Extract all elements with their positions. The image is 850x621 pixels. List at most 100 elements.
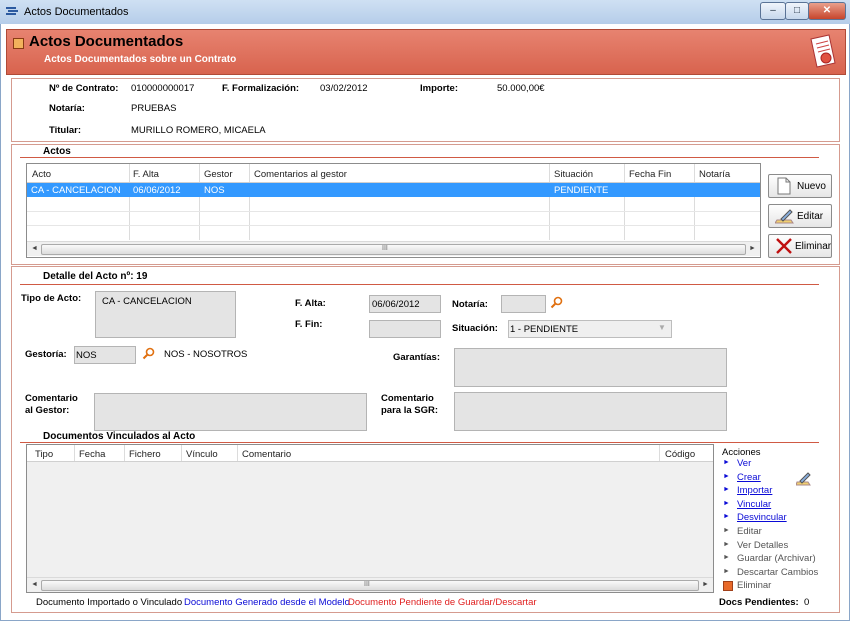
nuevo-label: Nuevo (797, 181, 826, 192)
col-header-codigo[interactable]: Código (665, 449, 695, 460)
documentos-hscrollbar[interactable]: ◄ III ► (27, 577, 713, 592)
comentario-gestor-label-2: al Gestor: (25, 405, 70, 416)
docs-pendientes-value: 0 (804, 597, 810, 608)
col-sep (694, 164, 695, 240)
col-header-f-alta[interactable]: F. Alta (133, 169, 159, 180)
col-header-fichero[interactable]: Fichero (129, 449, 161, 460)
f-fin-label: F. Fin: (295, 319, 323, 330)
col-sep (237, 445, 238, 461)
maximize-button[interactable]: □ (785, 2, 809, 20)
col-header-tipo[interactable]: Tipo (35, 449, 53, 460)
contrato-label: Nº de Contrato: (49, 83, 119, 94)
documentos-grid[interactable]: Tipo Fecha Fichero Vínculo Comentario Có… (26, 444, 714, 593)
window-titlebar: Actos Documentados – □ ✕ (0, 0, 850, 25)
action-disabled-1: Ver Detalles (737, 539, 789, 551)
col-sep (129, 164, 130, 240)
situacion-select[interactable]: 1 - PENDIENTE ▼ (508, 320, 672, 338)
scroll-right-icon[interactable]: ► (749, 245, 756, 252)
scroll-right-icon[interactable]: ► (702, 581, 709, 588)
action-enabled-4[interactable]: Desvincular (737, 512, 787, 523)
delete-x-icon (776, 238, 792, 254)
action-enabled-2[interactable]: Importar (737, 485, 772, 496)
col-sep (199, 164, 200, 240)
importe-value: 50.000,00€ (497, 83, 545, 94)
comentario-sgr-label-2: para la SGR: (381, 405, 439, 416)
chevron-down-icon[interactable]: ▼ (658, 323, 666, 332)
col-header-notaria[interactable]: Notaría (699, 169, 730, 180)
gestoria-search-icon[interactable] (142, 347, 155, 360)
garantias-label: Garantías: (393, 352, 440, 363)
col-header-fecha-fin[interactable]: Fecha Fin (629, 169, 671, 180)
col-header-acto[interactable]: Acto (32, 169, 51, 180)
action-enabled-3[interactable]: Vincular (737, 499, 771, 510)
col-sep (624, 164, 625, 240)
eliminar-label: Eliminar (795, 241, 832, 252)
action-enabled-0[interactable]: Ver (737, 458, 751, 469)
situacion-label: Situación: (452, 323, 498, 334)
detalle-notaria-field[interactable] (501, 295, 546, 313)
gestoria-label: Gestoría: (25, 349, 67, 360)
editar-button[interactable]: Editar (768, 204, 832, 228)
action-arrow-icon: ► (723, 527, 730, 534)
scroll-left-icon[interactable]: ◄ (31, 245, 38, 252)
col-sep (124, 445, 125, 461)
tipo-acto-label: Tipo de Acto: (21, 293, 82, 304)
action-enabled-1[interactable]: Crear (737, 472, 761, 483)
tipo-acto-value: CA - CANCELACION (102, 296, 192, 307)
tipo-acto-field[interactable]: CA - CANCELACION (95, 291, 236, 338)
gestoria-field[interactable]: NOS (74, 346, 136, 364)
formalizacion-value: 03/02/2012 (320, 83, 368, 94)
action-disabled-3: Descartar Cambios (737, 566, 819, 578)
comentario-gestor-label-1: Comentario (25, 393, 78, 404)
table-row[interactable]: CA - CANCELACION 06/06/2012 NOS PENDIENT… (27, 183, 760, 197)
scroll-left-icon[interactable]: ◄ (31, 581, 38, 588)
col-header-comentarios[interactable]: Comentarios al gestor (254, 169, 347, 180)
notaria-search-icon[interactable] (550, 296, 563, 309)
titular-value: MURILLO ROMERO, MICAELA (131, 125, 266, 136)
notaria-label: Notaría: (49, 103, 85, 114)
col-header-situacion[interactable]: Situación (554, 169, 593, 180)
minimize-button[interactable]: – (760, 2, 786, 20)
importe-label: Importe: (420, 83, 458, 94)
col-header-fecha[interactable]: Fecha (79, 449, 105, 460)
comentario-sgr-field[interactable] (454, 392, 727, 431)
action-arrow-icon: ► (723, 472, 730, 480)
eliminar-button[interactable]: Eliminar (768, 234, 832, 258)
garantias-field[interactable] (454, 348, 727, 387)
scroll-thumb[interactable]: III (41, 244, 746, 255)
comentario-sgr-label-1: Comentario (381, 393, 434, 404)
f-fin-field[interactable] (369, 320, 441, 338)
nuevo-button[interactable]: Nuevo (768, 174, 832, 198)
actos-title: Actos (43, 146, 71, 157)
row-divider (27, 225, 760, 226)
close-button[interactable]: ✕ (808, 2, 846, 20)
titular-label: Titular: (49, 125, 82, 136)
documentos-divider (20, 442, 819, 443)
bullet-icon (13, 38, 24, 49)
f-alta-label: F. Alta: (295, 298, 326, 309)
contrato-value: 010000000017 (131, 83, 195, 94)
formalizacion-label: F. Formalización: (222, 83, 300, 94)
scroll-grip: III (382, 245, 388, 252)
col-header-vinculo[interactable]: Vínculo (186, 449, 218, 460)
new-document-icon (777, 177, 791, 195)
action-arrow-icon: ► (723, 540, 730, 548)
page-subtitle: Actos Documentados sobre un Contrato (44, 54, 237, 65)
actos-hscrollbar[interactable]: ◄ III ► (27, 241, 760, 256)
page-title: Actos Documentados (29, 33, 184, 50)
actos-grid[interactable]: Acto F. Alta Gestor Comentarios al gesto… (26, 163, 761, 258)
action-arrow-icon: ► (723, 554, 730, 562)
comentario-gestor-field[interactable] (94, 393, 367, 431)
scroll-thumb[interactable]: III (41, 580, 699, 591)
app-icon (6, 7, 18, 15)
detalle-title: Detalle del Acto nº: 19 (43, 271, 148, 282)
f-alta-field[interactable]: 06/06/2012 (369, 295, 441, 313)
col-header-gestor[interactable]: Gestor (204, 169, 233, 180)
detalle-notaria-label: Notaría: (452, 299, 488, 310)
action-arrow-icon: ► (723, 567, 730, 575)
cell-gestor: NOS (204, 185, 225, 196)
legend-pendiente: Documento Pendiente de Guardar/Descartar (348, 597, 537, 608)
action-arrow-icon: ► (723, 459, 730, 466)
col-header-comentario[interactable]: Comentario (242, 449, 291, 460)
cell-f-alta: 06/06/2012 (133, 185, 181, 196)
